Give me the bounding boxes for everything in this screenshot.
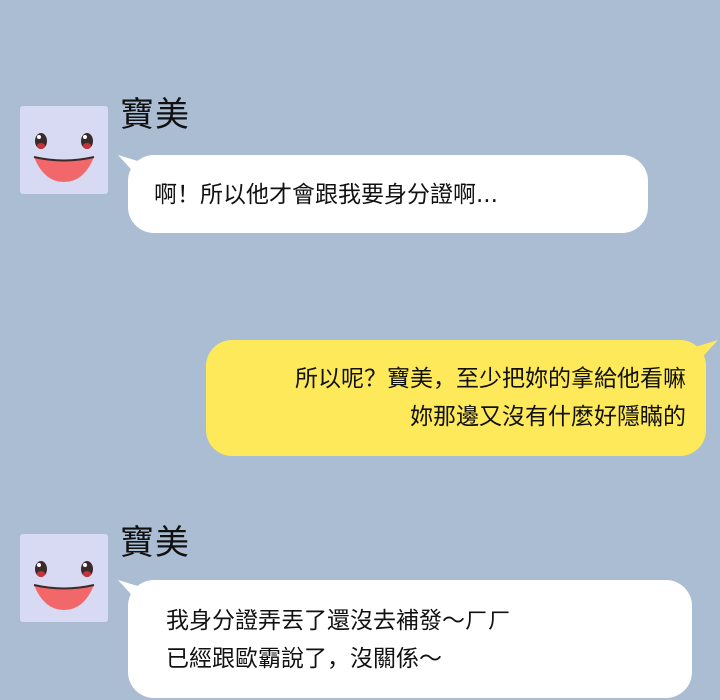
avatar[interactable] — [20, 534, 108, 622]
message-text: 啊！所以他才會跟我要身分證啊... — [154, 182, 498, 208]
message-text-line-2: 已經跟歐霸說了，沒關係～ — [166, 646, 442, 672]
sender-name: 寶美 — [120, 95, 190, 135]
message-text-line-1: 我身分證弄丟了還沒去補發～ㄏㄏ — [166, 608, 511, 634]
sender-name: 寶美 — [120, 523, 190, 563]
avatar[interactable] — [20, 106, 108, 194]
cartoon-face-icon — [33, 133, 95, 182]
message-text-line-1: 所以呢？寶美，至少把妳的拿給他看嘛 — [295, 366, 686, 392]
message-bubble-incoming[interactable]: 我身分證弄丟了還沒去補發～ㄏㄏ 已經跟歐霸說了，沒關係～ — [128, 580, 692, 698]
message-bubble-incoming[interactable]: 啊！所以他才會跟我要身分證啊... — [128, 155, 648, 233]
cartoon-face-icon — [33, 561, 95, 610]
chat-thread: 寶美 啊！所以他才會跟我要身分證啊... 所以呢？寶美，至少把妳的拿給他看嘛 妳… — [0, 0, 720, 700]
message-bubble-outgoing[interactable]: 所以呢？寶美，至少把妳的拿給他看嘛 妳那邊又沒有什麼好隱瞞的 — [206, 340, 706, 456]
message-text-line-2: 妳那邊又沒有什麼好隱瞞的 — [410, 404, 686, 430]
